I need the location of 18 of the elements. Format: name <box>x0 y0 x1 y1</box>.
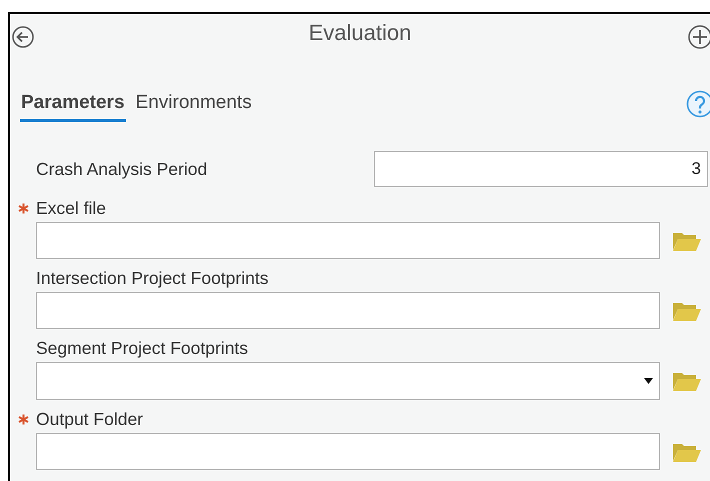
back-icon[interactable] <box>12 26 34 48</box>
field-label: Intersection Project Footprints <box>36 267 268 289</box>
field-label: Segment Project Footprints <box>36 337 248 359</box>
input-field[interactable] <box>36 222 660 259</box>
folder-icon[interactable] <box>672 370 702 392</box>
caret-icon <box>644 378 653 384</box>
input-field[interactable] <box>36 433 660 470</box>
window-title: Evaluation <box>308 20 412 45</box>
add-icon[interactable] <box>688 25 710 49</box>
dropdown-field[interactable] <box>36 362 660 400</box>
help-icon[interactable] <box>686 90 710 118</box>
field-label: Excel file <box>36 197 106 219</box>
input-field[interactable]: 3 <box>374 151 708 187</box>
tab[interactable]: Environments <box>134 92 253 122</box>
input-field[interactable] <box>36 292 660 329</box>
tab[interactable]: Parameters <box>20 92 126 122</box>
field-label: Output Folder <box>36 408 143 430</box>
field-label: Crash Analysis Period <box>36 158 208 180</box>
